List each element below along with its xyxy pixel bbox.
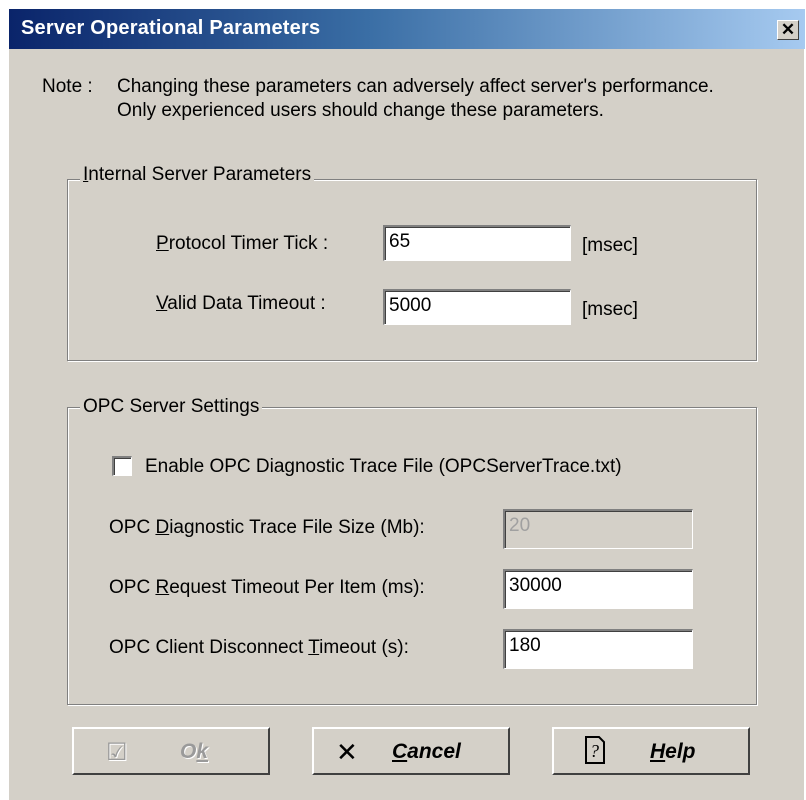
protocol-timer-tick-unit: [msec] — [582, 235, 638, 256]
enable-trace-checkbox[interactable] — [112, 456, 132, 476]
cancel-button-label: Cancel — [392, 740, 461, 763]
trace-file-size-label: OPC Diagnostic Trace File Size (Mb): — [109, 517, 425, 538]
cancel-button[interactable]: ✕ Cancel — [312, 727, 510, 775]
dialog-window: Server Operational Parameters ✕ Note : C… — [8, 8, 805, 800]
valid-data-timeout-label: Valid Data Timeout : — [156, 293, 326, 314]
enable-trace-label[interactable]: Enable OPC Diagnostic Trace File (OPCSer… — [145, 456, 622, 478]
ok-button-label: Ok — [180, 740, 209, 763]
note-label: Note : — [42, 76, 93, 97]
protocol-timer-tick-input[interactable]: 65 — [383, 225, 571, 261]
internal-params-group — [67, 179, 757, 361]
help-icon: ? — [582, 735, 608, 772]
opc-settings-legend: OPC Server Settings — [80, 396, 263, 418]
valid-data-timeout-unit: [msec] — [582, 299, 638, 320]
internal-params-legend: Internal Server Parameters — [80, 164, 315, 186]
protocol-timer-tick-label: Protocol Timer Tick : — [156, 233, 329, 254]
svg-text:?: ? — [590, 741, 599, 761]
disconnect-timeout-input[interactable]: 180 — [503, 629, 693, 669]
title-bar[interactable]: Server Operational Parameters ✕ — [9, 9, 805, 49]
help-button-label: Help — [650, 740, 696, 763]
trace-file-size-input[interactable]: 20 — [503, 509, 693, 549]
request-timeout-label: OPC Request Timeout Per Item (ms): — [109, 577, 425, 598]
note-line-1: Changing these parameters can adversely … — [117, 76, 714, 97]
check-icon: ☑ — [106, 739, 128, 766]
ok-button[interactable]: ☑ Ok — [72, 727, 270, 775]
close-button[interactable]: ✕ — [777, 20, 799, 40]
help-button[interactable]: ? Help — [552, 727, 750, 775]
x-icon: ✕ — [336, 737, 358, 767]
note-line-2: Only experienced users should change the… — [117, 100, 604, 121]
window-title: Server Operational Parameters — [21, 17, 321, 39]
request-timeout-input[interactable]: 30000 — [503, 569, 693, 609]
valid-data-timeout-input[interactable]: 5000 — [383, 289, 571, 325]
close-icon: ✕ — [780, 20, 796, 39]
disconnect-timeout-label: OPC Client Disconnect Timeout (s): — [109, 637, 409, 658]
